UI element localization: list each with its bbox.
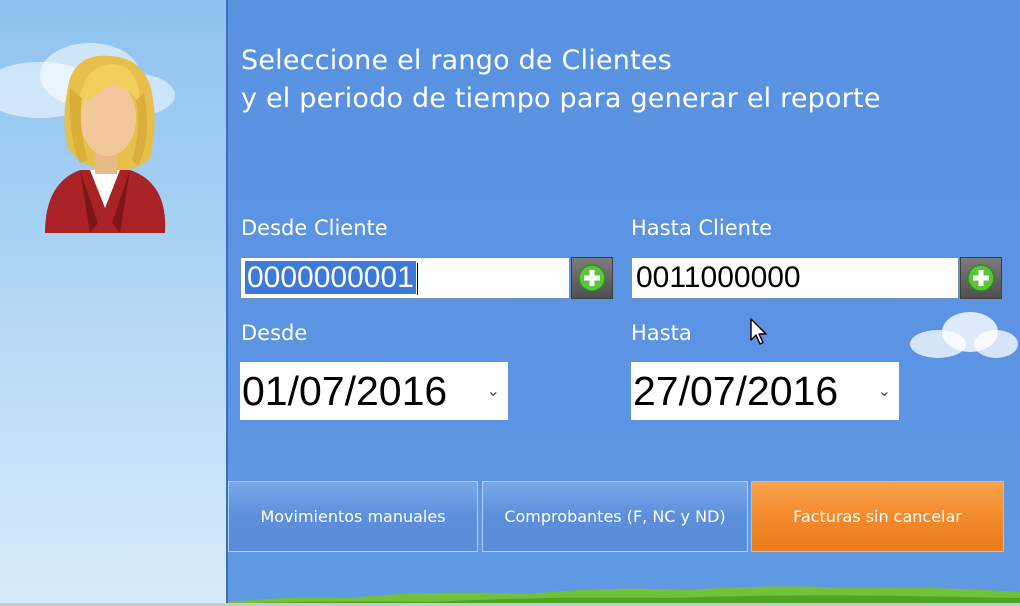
page-title: Seleccione el rango de Clientes y el per… xyxy=(241,42,881,118)
main-panel: Seleccione el rango de Clientes y el per… xyxy=(228,0,1020,606)
title-line-2: y el periodo de tiempo para generar el r… xyxy=(241,83,881,114)
chevron-down-icon[interactable]: ⌄ xyxy=(487,362,500,420)
hasta-cliente-label: Hasta Cliente xyxy=(631,216,773,240)
cloud-icon xyxy=(910,312,1018,358)
mouse-cursor-icon xyxy=(750,318,767,345)
title-line-1: Seleccione el rango de Clientes xyxy=(241,45,672,76)
desde-cliente-value: 0000000001 xyxy=(245,261,416,294)
hasta-date-value: 27/07/2016 xyxy=(633,368,839,414)
user-avatar-icon xyxy=(45,55,166,233)
hasta-label: Hasta xyxy=(631,321,692,345)
hasta-cliente-input[interactable]: 0011000000 xyxy=(631,257,959,299)
desde-cliente-label: Desde Cliente xyxy=(241,216,388,240)
comprobantes-button[interactable]: Comprobantes (F, NC y ND) xyxy=(482,481,748,552)
left-panel xyxy=(0,0,226,606)
text-caret xyxy=(416,263,418,296)
plus-icon xyxy=(967,264,995,292)
desde-cliente-input[interactable]: 0000000001 xyxy=(240,257,570,299)
desde-label: Desde xyxy=(241,321,308,345)
hasta-date-picker[interactable]: 27/07/2016 ⌄ xyxy=(631,362,899,420)
movimientos-manuales-button[interactable]: Movimientos manuales xyxy=(228,481,478,552)
hasta-cliente-value: 0011000000 xyxy=(636,261,801,294)
facturas-sin-cancelar-button[interactable]: Facturas sin cancelar xyxy=(751,481,1004,552)
desde-date-picker[interactable]: 01/07/2016 ⌄ xyxy=(240,362,508,420)
desde-date-value: 01/07/2016 xyxy=(242,368,448,414)
hasta-cliente-add-button[interactable] xyxy=(960,257,1002,299)
plus-icon xyxy=(578,264,606,292)
desde-cliente-add-button[interactable] xyxy=(571,257,613,299)
chevron-down-icon[interactable]: ⌄ xyxy=(878,362,891,420)
